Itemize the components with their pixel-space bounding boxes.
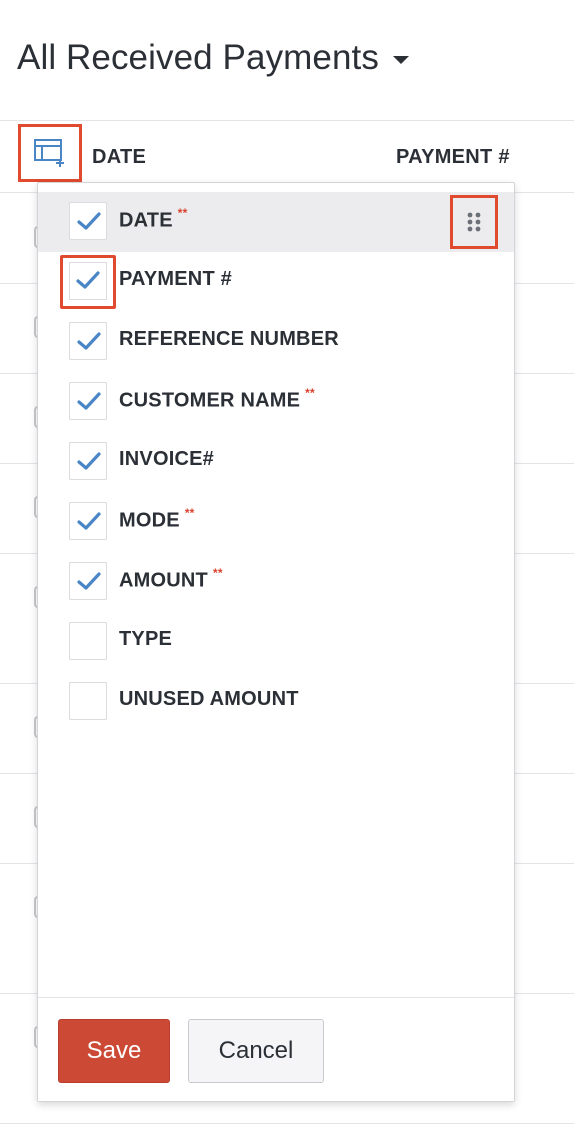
column-item-customer-name[interactable]: CUSTOMER NAME **: [38, 372, 514, 432]
column-item-invoice-number[interactable]: INVOICE#: [38, 432, 514, 492]
column-item-label: TYPE: [119, 628, 173, 650]
column-item-type[interactable]: TYPE: [38, 612, 514, 672]
mandatory-marker: **: [184, 506, 195, 520]
column-checkbox[interactable]: [69, 622, 107, 660]
mandatory-marker: **: [305, 386, 315, 400]
column-item-label: UNUSED AMOUNT: [119, 688, 299, 710]
column-checkbox[interactable]: [69, 562, 107, 600]
column-item-label: DATE **: [119, 206, 188, 232]
check-icon: [77, 392, 101, 410]
check-icon: [76, 271, 100, 289]
column-list: DATE ** PAYMENT # REFERENCE NUMBER CUSTO…: [38, 192, 514, 732]
check-icon: [77, 212, 101, 230]
column-item-payment-number[interactable]: PAYMENT #: [38, 252, 514, 312]
column-checkbox[interactable]: [69, 442, 107, 480]
column-checkbox[interactable]: [69, 502, 107, 540]
column-item-amount[interactable]: AMOUNT **: [38, 552, 514, 612]
column-item-label: PAYMENT #: [119, 268, 232, 290]
table-columns-icon: [34, 139, 64, 167]
column-checkbox[interactable]: [69, 682, 107, 720]
column-item-label: CUSTOMER NAME **: [119, 386, 315, 412]
column-item-label: MODE **: [119, 506, 195, 532]
column-checkbox-highlighted[interactable]: [60, 255, 116, 309]
column-header-payment-number[interactable]: PAYMENT #: [396, 146, 510, 169]
column-checkbox[interactable]: [69, 382, 107, 420]
column-item-label: INVOICE#: [119, 448, 214, 470]
column-checkbox[interactable]: [69, 322, 107, 360]
column-picker-footer: Save Cancel: [38, 997, 514, 1101]
drag-handle-button[interactable]: [450, 195, 498, 249]
column-item-label: AMOUNT **: [119, 566, 223, 592]
check-icon: [77, 512, 101, 530]
column-item-date[interactable]: DATE **: [38, 192, 514, 252]
page-title: All Received Payments: [17, 38, 379, 77]
mandatory-marker: **: [212, 566, 223, 580]
view-selector[interactable]: All Received Payments: [17, 38, 409, 78]
save-button[interactable]: Save: [58, 1019, 170, 1083]
column-item-unused-amount[interactable]: UNUSED AMOUNT: [38, 672, 514, 732]
check-icon: [77, 452, 101, 470]
column-item-mode[interactable]: MODE **: [38, 492, 514, 552]
row-divider: [0, 1123, 574, 1124]
column-picker-panel: DATE ** PAYMENT # REFERENCE NUMBER CUSTO…: [37, 182, 515, 1102]
cancel-button[interactable]: Cancel: [188, 1019, 324, 1083]
column-header-date[interactable]: DATE: [92, 146, 146, 169]
column-item-reference-number[interactable]: REFERENCE NUMBER: [38, 312, 514, 372]
customize-columns-button[interactable]: [18, 124, 82, 182]
check-icon: [77, 572, 101, 590]
check-icon: [77, 332, 101, 350]
mandatory-marker: **: [177, 206, 188, 220]
drag-handle-icon: [467, 212, 481, 232]
page-header: All Received Payments: [0, 0, 574, 121]
column-checkbox[interactable]: [69, 202, 107, 240]
caret-down-icon: [392, 56, 409, 64]
column-item-label: REFERENCE NUMBER: [119, 328, 339, 350]
